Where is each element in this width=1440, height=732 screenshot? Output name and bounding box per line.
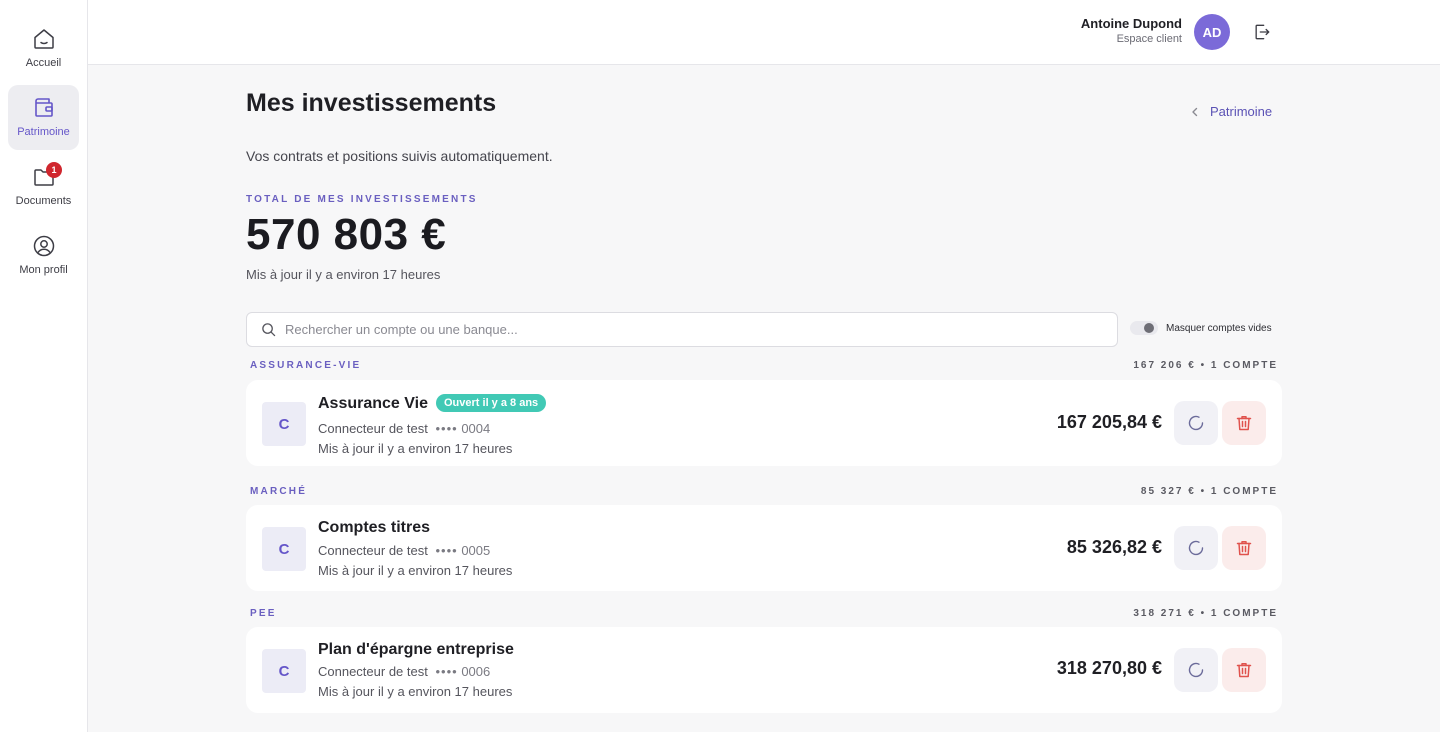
group-summary: 167 206 € • 1 COMPTE [1133, 360, 1278, 371]
group-label: PEE [250, 608, 277, 619]
group-summary: 318 271 € • 1 COMPTE [1133, 608, 1278, 619]
hide-empty-toggle[interactable]: Masquer comptes vides [1130, 321, 1272, 335]
account-connector-row: Connecteur de test •••• 0006 [318, 664, 490, 679]
masked-dots: •••• [435, 543, 458, 558]
notification-badge: 1 [46, 162, 62, 178]
toggle-switch[interactable] [1130, 321, 1158, 335]
top-bar: Antoine Dupond Espace client AD [88, 0, 1440, 65]
total-value: 570 803 € [246, 210, 447, 259]
account-updated: Mis à jour il y a environ 17 heures [318, 563, 513, 578]
home-icon [33, 29, 54, 49]
account-number: 0005 [461, 543, 491, 558]
refresh-button[interactable] [1174, 648, 1218, 692]
logout-icon[interactable] [1252, 22, 1272, 42]
account-number: 0004 [461, 421, 491, 436]
sidebar-item-label: Accueil [25, 57, 62, 69]
account-updated: Mis à jour il y a environ 17 heures [318, 684, 513, 699]
connector-name: Connecteur de test [318, 421, 428, 436]
search-input[interactable] [285, 322, 1085, 337]
bank-logo: C [262, 402, 306, 446]
group-label: MARCHÉ [250, 486, 308, 497]
page-title: Mes investissements [246, 89, 497, 117]
account-connector-row: Connecteur de test •••• 0004 [318, 421, 490, 436]
masked-dots: •••• [435, 421, 458, 436]
opened-tag: Ouvert il y a 8 ans [436, 394, 547, 412]
connector-name: Connecteur de test [318, 664, 428, 679]
chevron-left-icon [1192, 107, 1198, 116]
account-number: 0006 [461, 664, 491, 679]
bank-logo: C [262, 649, 306, 693]
bank-logo: C [262, 527, 306, 571]
refresh-icon [1188, 540, 1204, 556]
account-name: Assurance Vie [318, 395, 428, 412]
total-label: TOTAL DE MES INVESTISSEMENTS [246, 194, 478, 205]
back-link[interactable]: Patrimoine [1190, 104, 1272, 119]
account-updated: Mis à jour il y a environ 17 heures [318, 441, 513, 456]
sidebar-item-label: Patrimoine [17, 126, 70, 138]
account-amount: 85 326,82 € [1066, 537, 1162, 557]
account-name-row: Assurance Vie Ouvert il y a 8 ans [318, 394, 547, 413]
account-card[interactable]: C Comptes titres Connecteur de test ••••… [246, 505, 1282, 591]
trash-icon [1236, 663, 1252, 678]
user-info: Antoine Dupond Espace client [1081, 16, 1182, 45]
group-label: ASSURANCE-VIE [250, 360, 362, 371]
trash-icon [1236, 541, 1252, 556]
account-name: Comptes titres [318, 519, 431, 536]
account-amount: 167 205,84 € [1056, 412, 1162, 432]
user-name: Antoine Dupond [1080, 16, 1182, 31]
refresh-button[interactable] [1174, 526, 1218, 570]
delete-button[interactable] [1222, 401, 1266, 445]
search-box [246, 312, 1118, 347]
wallet-icon [34, 98, 53, 117]
user-role: Espace client [1116, 33, 1182, 45]
avatar[interactable]: AD [1194, 14, 1230, 50]
group-summary: 85 327 € • 1 COMPTE [1140, 486, 1278, 497]
sidebar-item-mon-profil[interactable]: Mon profil [8, 223, 79, 288]
toggle-label: Masquer comptes vides [1166, 322, 1272, 334]
sidebar-item-accueil[interactable]: Accueil [8, 16, 79, 81]
sidebar: Accueil Patrimoine 1 Documents Mon profi… [0, 0, 88, 732]
sidebar-item-documents[interactable]: 1 Documents [8, 154, 79, 219]
back-link-label: Patrimoine [1210, 104, 1273, 119]
user-circle-icon [33, 235, 54, 257]
masked-dots: •••• [435, 664, 458, 679]
account-connector-row: Connecteur de test •••• 0005 [318, 543, 490, 558]
sidebar-item-patrimoine[interactable]: Patrimoine [8, 85, 79, 150]
total-updated: Mis à jour il y a environ 17 heures [246, 267, 441, 282]
account-card[interactable]: C Plan d'épargne entreprise Connecteur d… [246, 627, 1282, 713]
account-name: Plan d'épargne entreprise [318, 641, 514, 658]
trash-icon [1236, 416, 1252, 431]
account-amount: 318 270,80 € [1056, 658, 1162, 678]
search-icon [262, 323, 276, 337]
delete-button[interactable] [1222, 526, 1266, 570]
account-card[interactable]: C Assurance Vie Ouvert il y a 8 ans Conne… [246, 380, 1282, 466]
refresh-icon [1188, 415, 1204, 431]
refresh-icon [1188, 662, 1204, 678]
delete-button[interactable] [1222, 648, 1266, 692]
sidebar-item-label: Mon profil [19, 264, 68, 276]
sidebar-item-label: Documents [15, 195, 72, 207]
toggle-knob [1144, 323, 1154, 333]
refresh-button[interactable] [1174, 401, 1218, 445]
connector-name: Connecteur de test [318, 543, 428, 558]
page-subtitle: Vos contrats et positions suivis automat… [246, 148, 553, 164]
